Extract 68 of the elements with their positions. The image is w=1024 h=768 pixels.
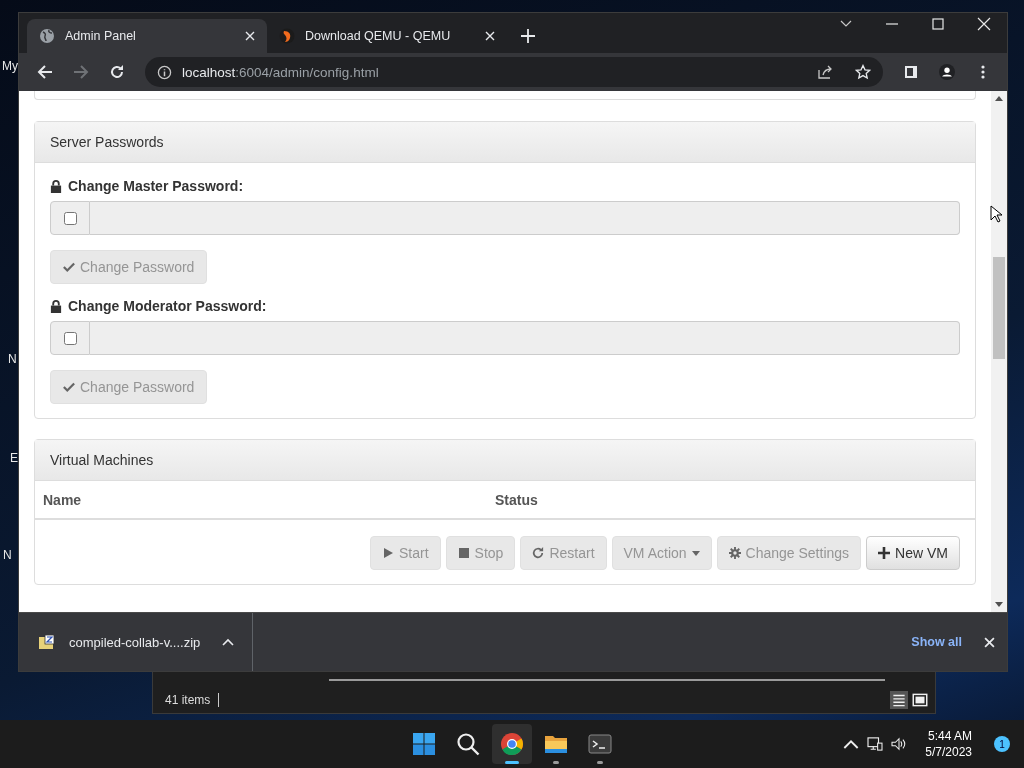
scroll-thumb[interactable] bbox=[993, 257, 1005, 359]
checkbox[interactable] bbox=[63, 211, 77, 225]
details-view-icon[interactable] bbox=[890, 691, 908, 709]
scrollbar[interactable] bbox=[991, 91, 1007, 612]
time-text: 5:44 AM bbox=[927, 728, 972, 744]
running-indicator bbox=[505, 761, 519, 764]
clock[interactable]: 5:44 AM 5/7/2023 bbox=[925, 728, 972, 760]
scroll-down-icon[interactable] bbox=[995, 602, 1003, 607]
info-icon bbox=[157, 64, 172, 80]
terminal-icon bbox=[588, 732, 612, 756]
bird-logo-icon bbox=[279, 28, 295, 44]
plus-icon bbox=[878, 547, 891, 559]
close-icon[interactable] bbox=[984, 636, 995, 648]
globe-icon bbox=[39, 28, 55, 44]
back-arrow-icon[interactable] bbox=[37, 64, 53, 80]
column-header: Status bbox=[495, 491, 539, 508]
refresh-icon bbox=[532, 547, 545, 559]
zip-file-icon bbox=[39, 635, 55, 649]
star-icon[interactable] bbox=[855, 64, 871, 80]
forward-arrow-icon[interactable] bbox=[73, 64, 89, 80]
browser-tab[interactable]: Admin Panel bbox=[27, 19, 267, 53]
desktop-icon-label[interactable]: N bbox=[8, 352, 17, 366]
desktop-icon-label[interactable]: E bbox=[10, 451, 18, 465]
panel-title: Virtual Machines bbox=[50, 452, 154, 468]
scroll-up-icon[interactable] bbox=[995, 96, 1003, 101]
date-text: 5/7/2023 bbox=[925, 744, 972, 760]
play-icon bbox=[382, 547, 394, 559]
item-count: 41 items bbox=[165, 693, 220, 707]
field-label: Change Moderator Password: bbox=[68, 298, 267, 314]
windows-logo-icon bbox=[412, 732, 436, 756]
panel-title: Server Passwords bbox=[50, 134, 164, 150]
vm-button[interactable]: New VM bbox=[866, 536, 960, 570]
chevron-up-icon[interactable] bbox=[222, 638, 235, 646]
maximize-icon[interactable] bbox=[931, 17, 945, 31]
browser-tab[interactable]: Download QEMU - QEMU bbox=[267, 19, 507, 53]
running-indicator bbox=[553, 761, 559, 764]
checkmark-icon bbox=[63, 261, 75, 273]
mouse-pointer-icon bbox=[990, 205, 1002, 223]
side-panel-icon[interactable] bbox=[903, 64, 919, 80]
speaker-icon[interactable] bbox=[891, 737, 908, 751]
notification-badge[interactable]: 1 bbox=[994, 736, 1010, 752]
close-icon[interactable] bbox=[245, 31, 255, 41]
close-icon[interactable] bbox=[485, 31, 495, 41]
desktop-icon-label[interactable]: N bbox=[3, 548, 12, 562]
tiles-view-icon[interactable] bbox=[911, 691, 929, 709]
show-all-link[interactable]: Show all bbox=[911, 635, 962, 649]
new-tab-icon[interactable] bbox=[521, 29, 535, 43]
lock-icon bbox=[50, 299, 62, 313]
stop-icon bbox=[457, 547, 470, 559]
desktop-icon-label[interactable]: My bbox=[2, 59, 18, 73]
lock-icon bbox=[50, 179, 62, 193]
download-item[interactable]: compiled-collab-v....zip bbox=[39, 613, 254, 671]
field-label: Change Master Password: bbox=[68, 178, 244, 194]
caret-icon bbox=[691, 550, 700, 556]
column-header: Name bbox=[43, 491, 83, 508]
running-indicator bbox=[597, 761, 603, 764]
reload-icon[interactable] bbox=[109, 64, 125, 80]
taskbar-app[interactable] bbox=[492, 724, 532, 764]
address-bar[interactable]: localhost:6004/admin/config.html bbox=[145, 57, 883, 87]
gear-icon bbox=[728, 547, 741, 559]
checkbox[interactable] bbox=[63, 331, 77, 345]
close-icon[interactable] bbox=[977, 17, 991, 31]
share-icon[interactable] bbox=[817, 64, 833, 80]
network-icon[interactable] bbox=[867, 737, 884, 751]
checkmark-icon bbox=[63, 381, 75, 393]
browser-logo-icon bbox=[500, 732, 524, 756]
search-icon bbox=[456, 732, 480, 756]
profile-icon[interactable] bbox=[939, 64, 955, 80]
